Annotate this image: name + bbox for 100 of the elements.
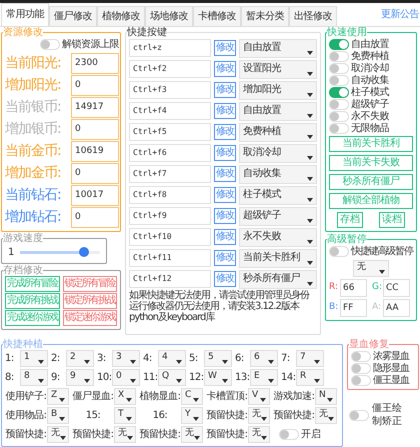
tab[interactable]: 僵尸修改 <box>49 6 97 26</box>
action-dropdown[interactable]: 秒杀所有僵尸 <box>239 270 317 289</box>
caret-icon <box>307 156 313 160</box>
dropdown[interactable]: Y <box>181 407 203 424</box>
caret-icon <box>193 398 199 402</box>
dropdown[interactable]: 无 <box>248 407 270 424</box>
caret-icon <box>307 72 313 76</box>
dropdown[interactable]: 5 <box>204 350 232 367</box>
tab[interactable]: 常用功能 <box>1 3 49 26</box>
action-dropdown[interactable]: 增加阳光 <box>239 80 317 100</box>
input-field[interactable]: 0 <box>71 206 119 228</box>
toggle-label: 僵王显血 <box>373 374 409 386</box>
field-label: 当前阳光: <box>5 54 62 73</box>
dropdown[interactable]: 无 <box>315 407 337 424</box>
key-label: 预留快捷: <box>273 408 315 423</box>
caret-icon <box>328 417 334 421</box>
dropdown[interactable]: 9 <box>66 369 94 386</box>
action-dropdown[interactable]: 超级铲子 <box>239 206 317 226</box>
dropdown[interactable]: 无 <box>181 426 203 443</box>
toggle-label: 快捷键高级暂停 <box>351 244 413 260</box>
dropdown[interactable]: X <box>114 388 136 405</box>
hotkey-field[interactable]: Ctrl+f3 <box>129 81 211 100</box>
key-label: 16: <box>152 409 168 423</box>
action-dropdown[interactable]: 自由放置 <box>239 38 317 58</box>
dropdown[interactable]: 4 <box>158 350 186 367</box>
tab[interactable]: 卡槽修改 <box>193 6 241 26</box>
hotkey-field[interactable]: Ctrl+f10 <box>129 228 211 246</box>
input-field[interactable]: FF <box>340 299 367 318</box>
dropdown[interactable]: Z <box>47 388 69 405</box>
toggle-switch[interactable] <box>329 86 349 98</box>
hotkey-field[interactable]: Ctrl+f8 <box>129 186 211 204</box>
caret-icon <box>222 379 228 383</box>
toggle-switch[interactable] <box>329 38 349 50</box>
action-dropdown[interactable]: 当前关卡胜利 <box>239 248 317 268</box>
dropdown[interactable]: C <box>181 388 203 405</box>
input-field[interactable]: 10017 <box>71 184 119 206</box>
field-label: 增加阳光: <box>5 76 62 95</box>
caret-icon <box>38 360 44 364</box>
dropdown[interactable]: 0 <box>112 369 140 386</box>
caret-icon <box>59 398 65 402</box>
input-field[interactable]: 0 <box>71 74 119 96</box>
dropdown[interactable]: 8 <box>20 369 48 386</box>
hotkey-field[interactable]: Ctrl+f4 <box>129 102 211 120</box>
dropdown[interactable]: 3 <box>112 350 140 367</box>
toggle-label: 开启 <box>301 428 321 442</box>
dropdown[interactable]: 7 <box>296 350 324 367</box>
dropdown[interactable]: E <box>250 369 278 386</box>
input-field[interactable]: 2300 <box>71 52 119 74</box>
input-field[interactable]: 66 <box>340 279 367 298</box>
action-dropdown[interactable]: 自动收集 <box>239 164 317 184</box>
dropdown[interactable]: 1 <box>20 350 48 367</box>
dropdown[interactable]: T <box>114 407 136 424</box>
toggle-label: 解锁资源上限 <box>62 38 119 52</box>
action-dropdown[interactable]: 设置阳光 <box>239 60 317 79</box>
dropdown[interactable]: 2 <box>66 350 94 367</box>
dropdown[interactable]: 6 <box>250 350 278 367</box>
caret-icon <box>327 398 333 402</box>
tab[interactable]: 出怪修改 <box>289 6 337 26</box>
hotkey-field[interactable]: Ctrl+f5 <box>129 123 211 142</box>
hotkey-field[interactable]: Ctrl+f2 <box>129 60 211 78</box>
dropdown[interactable]: 无 <box>353 260 389 278</box>
dropdown[interactable]: 无 <box>248 426 270 443</box>
hotkey-field[interactable]: Ctrl+f11 <box>129 249 211 268</box>
hotkey-field[interactable]: Ctrl+f12 <box>129 270 211 288</box>
hotkey-field[interactable]: Ctrl+f9 <box>129 207 211 226</box>
action-dropdown[interactable]: 自由放置 <box>239 102 317 121</box>
dropdown[interactable]: R <box>296 369 324 386</box>
hotkey-field[interactable]: Ctrl+f7 <box>129 165 211 184</box>
action-dropdown[interactable]: 取消冷却 <box>239 144 317 163</box>
dropdown[interactable]: Q <box>158 369 186 386</box>
toggle-label: 柱子模式 <box>351 86 389 98</box>
caret-icon <box>379 270 385 274</box>
caret-icon <box>59 417 65 421</box>
dropdown[interactable]: 无 <box>114 426 136 443</box>
action-dropdown[interactable]: 永不失败 <box>239 228 317 247</box>
action-dropdown[interactable]: 免费种植 <box>239 122 317 142</box>
hotkey-field[interactable]: Ctrl+f6 <box>129 144 211 162</box>
key-label: 4: <box>143 352 153 366</box>
input-field[interactable]: CC <box>383 279 410 298</box>
action-dropdown[interactable]: 柱子模式 <box>239 186 317 205</box>
tab[interactable]: 场地修改 <box>145 6 193 26</box>
slider-thumb[interactable] <box>79 247 90 258</box>
key-label: 使用铲子: <box>5 390 47 404</box>
hotkey-field[interactable]: ctrl+z <box>129 39 211 58</box>
key-label: 2: <box>51 352 61 366</box>
dropdown[interactable]: B <box>47 407 69 424</box>
tab[interactable]: 植物修改 <box>97 6 145 26</box>
dropdown[interactable]: 无 <box>47 426 69 443</box>
input-field[interactable]: AA <box>383 299 410 318</box>
toggle-label: 免费种植 <box>351 50 389 62</box>
input-field[interactable]: 10619 <box>71 140 119 162</box>
input-field[interactable]: 14917 <box>71 96 119 118</box>
dropdown[interactable]: W <box>204 369 232 386</box>
input-field[interactable]: 0 <box>71 162 119 184</box>
dropdown[interactable]: N <box>315 388 337 405</box>
group-title: 快捷种植 <box>3 339 43 350</box>
dropdown[interactable]: V <box>248 388 270 405</box>
input-field[interactable]: 0 <box>71 118 119 140</box>
key-label: 卡槽置顶: <box>206 390 248 404</box>
tab[interactable]: 暂未分类 <box>241 6 289 26</box>
